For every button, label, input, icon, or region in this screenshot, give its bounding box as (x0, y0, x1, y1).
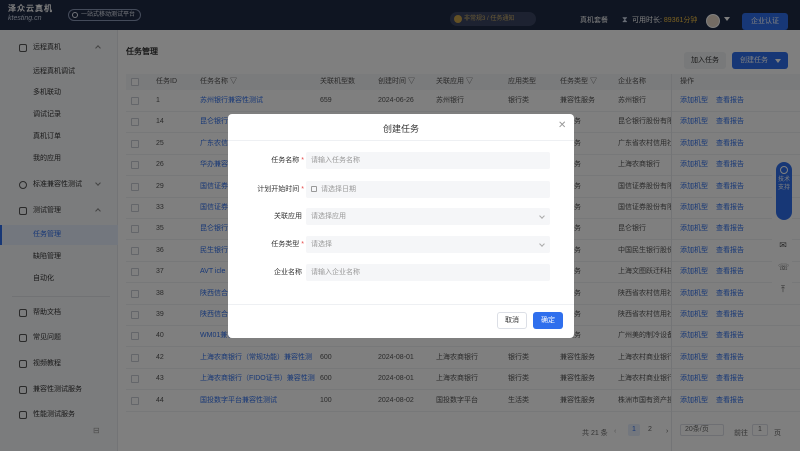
create-task-dialog: 创建任务 ✕ 任务名称 * 请输入任务名称 计划开始时间 * 请选择日期 关联应用 … (228, 114, 574, 338)
dialog-divider (228, 140, 574, 141)
task-type-label-text: 任务类型 (271, 241, 300, 248)
cancel-button[interactable]: 取消 (497, 312, 527, 329)
task-type-placeholder: 请选择 (311, 241, 332, 248)
related-app-label-text: 关联应用 (274, 213, 302, 220)
related-app-placeholder: 请选择应用 (311, 213, 346, 220)
form-row-task-name: 任务名称 * 请输入任务名称 (228, 152, 574, 170)
form-row-company: 企业名称 请输入企业名称 (228, 264, 574, 282)
start-time-label-text: 计划开始时间 (257, 186, 300, 193)
required-mark: * (301, 186, 304, 193)
dialog-title: 创建任务 (382, 124, 419, 134)
task-name-label-text: 任务名称 (271, 157, 300, 164)
form-row-task-type: 任务类型 * 请选择 (228, 236, 574, 254)
start-date-picker[interactable]: 请选择日期 (306, 181, 550, 198)
confirm-button[interactable]: 确定 (533, 312, 563, 329)
form-row-related-app: 关联应用 请选择应用 (228, 208, 574, 226)
task-name-input[interactable]: 请输入任务名称 (306, 152, 550, 169)
start-date-placeholder: 请选择日期 (321, 186, 356, 193)
close-icon[interactable]: ✕ (558, 120, 566, 131)
company-label-text: 企业名称 (274, 269, 302, 276)
related-app-select[interactable]: 请选择应用 (306, 208, 550, 225)
chevron-down-icon (539, 241, 545, 247)
required-mark: * (301, 241, 304, 248)
task-type-select[interactable]: 请选择 (306, 236, 550, 253)
app-root: 泽众云真机 ktesting.cn 一站式移动测试平台 非常规3 / 任务通知 … (0, 0, 800, 451)
company-label: 企业名称 (228, 264, 304, 282)
dialog-footer-divider (228, 304, 574, 305)
related-app-label: 关联应用 (228, 208, 304, 226)
start-time-label: 计划开始时间 * (228, 181, 304, 199)
company-input[interactable]: 请输入企业名称 (306, 264, 550, 281)
task-type-label: 任务类型 * (228, 236, 304, 254)
form-row-start-time: 计划开始时间 * 请选择日期 (228, 181, 574, 199)
calendar-icon (311, 186, 317, 192)
required-mark: * (301, 157, 304, 164)
chevron-down-icon (539, 213, 545, 219)
task-name-label: 任务名称 * (228, 152, 304, 170)
